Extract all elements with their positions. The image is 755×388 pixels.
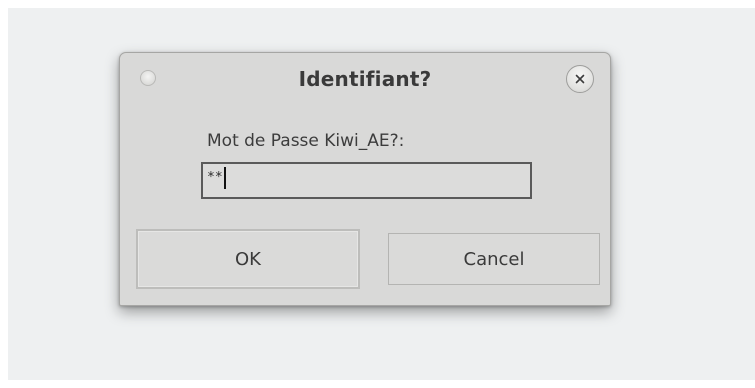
password-dialog: Identifiant? Mot de Passe Kiwi_AE?: ** O…	[119, 52, 611, 306]
password-input[interactable]: **	[201, 162, 532, 199]
cancel-button-label: Cancel	[463, 248, 525, 270]
ok-button-label: OK	[235, 248, 261, 270]
text-caret	[223, 167, 226, 189]
dialog-titlebar[interactable]: Identifiant?	[120, 53, 610, 107]
close-icon	[575, 74, 585, 84]
cancel-button[interactable]: Cancel	[388, 233, 600, 285]
password-value: **	[207, 170, 223, 185]
password-prompt-label: Mot de Passe Kiwi_AE?:	[207, 131, 405, 151]
dialog-title: Identifiant?	[298, 67, 432, 91]
close-button[interactable]	[566, 65, 594, 93]
ok-button[interactable]: OK	[136, 229, 360, 289]
